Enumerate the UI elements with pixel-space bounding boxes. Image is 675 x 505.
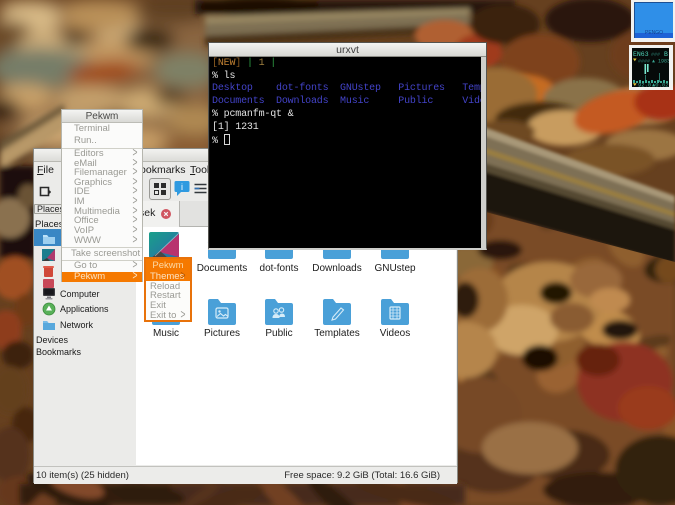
svg-text:▲0.02: ▲0.02 <box>652 82 669 88</box>
svg-text:92.0: 92.0 <box>638 82 651 88</box>
svg-text:####: #### <box>638 59 650 65</box>
svg-text:i: i <box>181 182 183 192</box>
svg-text:▲ 1983: ▲ 1983 <box>652 59 669 65</box>
svg-text:EN63: EN63 <box>633 51 649 58</box>
svg-text:B: B <box>664 51 668 58</box>
svg-text:###: ### <box>651 52 660 58</box>
